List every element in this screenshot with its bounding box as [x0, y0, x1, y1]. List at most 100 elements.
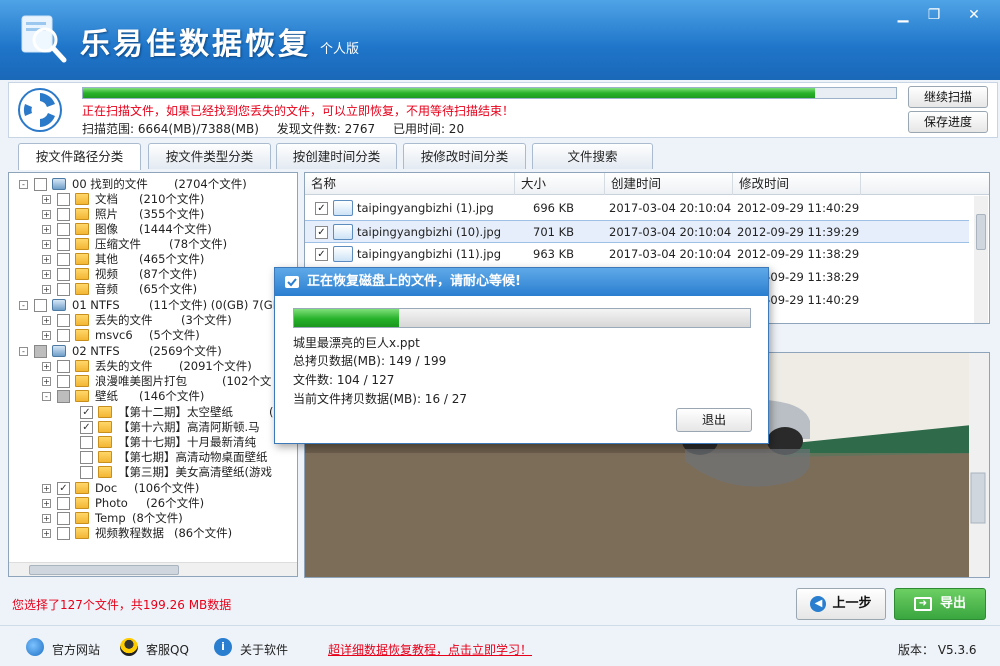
- tree-item[interactable]: + Temp (8个文件): [9, 511, 297, 526]
- tree-item-checkbox[interactable]: [80, 466, 93, 479]
- previous-step-button[interactable]: ◀ 上一步: [796, 588, 886, 620]
- tree-item-checkbox[interactable]: [57, 193, 70, 206]
- tree-item-checkbox[interactable]: [34, 178, 47, 191]
- tree-item[interactable]: + 丢失的文件 (2091个文件): [9, 359, 297, 374]
- tree-scroll-thumb[interactable]: [29, 565, 179, 575]
- tree-item-count: (106个文件): [134, 481, 200, 495]
- tree-item[interactable]: + 文档 (210个文件): [9, 192, 297, 207]
- restore-button[interactable]: ❐: [918, 6, 950, 24]
- collapse-toggle-icon[interactable]: -: [19, 347, 28, 356]
- tree-item-checkbox[interactable]: [57, 390, 70, 403]
- tree-item-checkbox[interactable]: [57, 253, 70, 266]
- expand-toggle-icon[interactable]: +: [42, 225, 51, 234]
- tree-item-checkbox[interactable]: [57, 497, 70, 510]
- expand-toggle-icon[interactable]: +: [42, 331, 51, 340]
- tree-item-checkbox[interactable]: [57, 527, 70, 540]
- tree-item-checkbox[interactable]: [57, 208, 70, 221]
- file-list-scroll-thumb[interactable]: [976, 214, 986, 250]
- tab-by-created[interactable]: 按创建时间分类: [276, 143, 397, 169]
- column-size[interactable]: 大小: [515, 173, 605, 195]
- tree-item-checkbox[interactable]: [57, 238, 70, 251]
- column-modified[interactable]: 修改时间: [733, 173, 861, 195]
- website-link[interactable]: 官方网站: [52, 641, 100, 658]
- close-button[interactable]: ✕: [958, 6, 990, 24]
- expand-toggle-icon[interactable]: +: [42, 195, 51, 204]
- tree-item[interactable]: 【第七期】高清动物桌面壁纸: [9, 450, 297, 465]
- tree-item-checkbox[interactable]: [57, 329, 70, 342]
- collapse-toggle-icon[interactable]: -: [19, 301, 28, 310]
- tree-item[interactable]: + msvc6 (5个文件): [9, 328, 297, 343]
- folder-tree[interactable]: - 00 找到的文件 (2704个文件) + 文档 (210个文件) + 照片 (355个文件)…: [8, 172, 298, 577]
- tab-file-search[interactable]: 文件搜索: [532, 143, 653, 169]
- tree-item[interactable]: + ✓ Doc (106个文件): [9, 481, 297, 496]
- expand-toggle-icon[interactable]: +: [42, 514, 51, 523]
- tree-item-checkbox[interactable]: ✓: [80, 421, 93, 434]
- tree-item-checkbox[interactable]: [57, 223, 70, 236]
- expand-toggle-icon[interactable]: +: [42, 484, 51, 493]
- column-created[interactable]: 创建时间: [605, 173, 733, 195]
- tree-item[interactable]: + 照片 (355个文件): [9, 207, 297, 222]
- collapse-toggle-icon[interactable]: -: [19, 180, 28, 189]
- column-name[interactable]: 名称: [305, 173, 515, 195]
- expand-toggle-icon[interactable]: +: [42, 377, 51, 386]
- expand-toggle-icon[interactable]: +: [42, 529, 51, 538]
- tree-item-checkbox[interactable]: ✓: [80, 406, 93, 419]
- tutorial-link[interactable]: 超详细数据恢复教程，点击立即学习！: [328, 641, 532, 658]
- tree-item-checkbox[interactable]: [57, 360, 70, 373]
- tab-by-path[interactable]: 按文件路径分类: [18, 143, 141, 170]
- tree-item-checkbox[interactable]: [57, 268, 70, 281]
- exit-button[interactable]: 退出: [676, 408, 752, 432]
- tree-item[interactable]: + 图像 (1444个文件): [9, 222, 297, 237]
- about-link[interactable]: 关于软件: [240, 641, 288, 658]
- tree-item[interactable]: - 00 找到的文件 (2704个文件): [9, 177, 297, 192]
- tab-by-type[interactable]: 按文件类型分类: [148, 143, 271, 169]
- tree-item-checkbox[interactable]: [57, 512, 70, 525]
- tree-item[interactable]: + 丢失的文件 (3个文件): [9, 313, 297, 328]
- file-row[interactable]: ✓ taipingyangbizhi (11).jpg 963 KB 2017-03-…: [305, 243, 969, 266]
- expand-toggle-icon[interactable]: +: [42, 255, 51, 264]
- save-progress-button[interactable]: 保存进度: [908, 111, 988, 133]
- expand-toggle-icon[interactable]: +: [42, 362, 51, 371]
- tab-by-modified[interactable]: 按修改时间分类: [403, 143, 526, 169]
- tree-item[interactable]: + 浪漫唯美图片打包 (102个文: [9, 374, 297, 389]
- file-checkbox[interactable]: ✓: [315, 226, 328, 239]
- tree-item-checkbox[interactable]: [57, 283, 70, 296]
- file-checkbox[interactable]: ✓: [315, 202, 328, 215]
- tree-item-checkbox[interactable]: ✓: [57, 482, 70, 495]
- expand-toggle-icon[interactable]: +: [42, 210, 51, 219]
- tree-item[interactable]: ✓ 【第十二期】太空壁纸 (: [9, 405, 297, 420]
- expand-toggle-icon[interactable]: +: [42, 240, 51, 249]
- tree-item[interactable]: + 视频教程数据 (86个文件): [9, 526, 297, 541]
- tree-horizontal-scrollbar[interactable]: [9, 562, 297, 576]
- minimize-button[interactable]: ▁: [887, 6, 919, 24]
- tree-item[interactable]: ✓ 【第十六期】高清阿斯顿.马: [9, 420, 297, 435]
- tree-item[interactable]: - 01 NTFS (11个文件) (0(GB) 7(GB): [9, 298, 297, 313]
- file-list-scrollbar[interactable]: [974, 196, 988, 323]
- tree-item[interactable]: - 02 NTFS (2569个文件): [9, 344, 297, 359]
- tree-item-checkbox[interactable]: [80, 436, 93, 449]
- file-checkbox[interactable]: ✓: [315, 248, 328, 261]
- tree-item[interactable]: - 壁纸 (146个文件): [9, 389, 297, 404]
- tree-item[interactable]: + 压缩文件 (78个文件): [9, 237, 297, 252]
- tree-item-checkbox[interactable]: [57, 375, 70, 388]
- tree-item-checkbox[interactable]: [57, 314, 70, 327]
- continue-scan-button[interactable]: 继续扫描: [908, 86, 988, 108]
- tree-item[interactable]: + 视频 (87个文件): [9, 267, 297, 282]
- support-qq-link[interactable]: 客服QQ: [146, 641, 189, 658]
- expand-toggle-icon[interactable]: +: [42, 270, 51, 279]
- expand-toggle-icon[interactable]: +: [42, 499, 51, 508]
- expand-toggle-icon[interactable]: +: [42, 285, 51, 294]
- collapse-toggle-icon[interactable]: -: [42, 392, 51, 401]
- tree-item[interactable]: + 其他 (465个文件): [9, 252, 297, 267]
- tree-item-checkbox[interactable]: [34, 299, 47, 312]
- tree-item[interactable]: 【第十七期】十月最新清纯: [9, 435, 297, 450]
- tree-item-checkbox[interactable]: [34, 345, 47, 358]
- tree-item[interactable]: + Photo (26个文件): [9, 496, 297, 511]
- tree-item[interactable]: + 音频 (65个文件): [9, 282, 297, 297]
- expand-toggle-icon[interactable]: +: [42, 316, 51, 325]
- export-button[interactable]: ➜ 导出: [894, 588, 986, 620]
- file-row[interactable]: ✓ taipingyangbizhi (10).jpg 701 KB 2017-03-…: [305, 220, 969, 243]
- tree-item[interactable]: 【第三期】美女高清壁纸(游戏: [9, 465, 297, 480]
- tree-item-checkbox[interactable]: [80, 451, 93, 464]
- file-row[interactable]: ✓ taipingyangbizhi (1).jpg 696 KB 2017-03-0…: [305, 197, 969, 220]
